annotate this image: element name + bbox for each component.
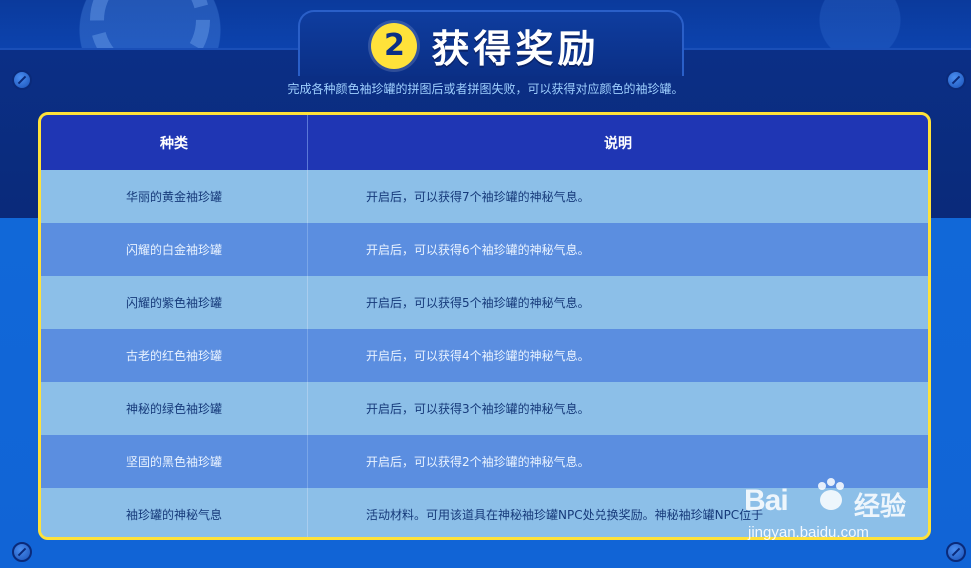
baidu-jingyan-watermark: Bai 经验 jingyan.baidu.com	[742, 470, 922, 550]
screw-icon	[946, 542, 966, 562]
paw-icon	[818, 478, 844, 510]
reward-description-cell: 开启后，可以获得3个袖珍罐的神秘气息。	[307, 382, 928, 435]
reward-description-cell: 开启后，可以获得4个袖珍罐的神秘气息。	[307, 329, 928, 382]
table-row: 闪耀的紫色袖珍罐 开启后，可以获得5个袖珍罐的神秘气息。	[41, 276, 928, 329]
reward-description-cell: 开启后，可以获得7个袖珍罐的神秘气息。	[307, 170, 928, 223]
table-row: 神秘的绿色袖珍罐 开启后，可以获得3个袖珍罐的神秘气息。	[41, 382, 928, 435]
reward-type-cell: 坚固的黑色袖珍罐	[41, 435, 308, 488]
reward-type-cell: 闪耀的白金袖珍罐	[41, 223, 308, 276]
column-header-description: 说明	[307, 115, 928, 170]
column-header-type: 种类	[41, 115, 308, 170]
table-row: 闪耀的白金袖珍罐 开启后，可以获得6个袖珍罐的神秘气息。	[41, 223, 928, 276]
table-header-row: 种类 说明	[41, 115, 928, 170]
screw-icon	[12, 542, 32, 562]
page-title: 获得奖励	[431, 27, 600, 71]
reward-type-cell: 神秘的绿色袖珍罐	[41, 382, 308, 435]
table-row: 古老的红色袖珍罐 开启后，可以获得4个袖珍罐的神秘气息。	[41, 329, 928, 382]
reward-type-cell: 闪耀的紫色袖珍罐	[41, 276, 308, 329]
reward-description-cell: 开启后，可以获得5个袖珍罐的神秘气息。	[307, 276, 928, 329]
subtitle: 完成各种颜色袖珍罐的拼图后或者拼图失败，可以获得对应颜色的袖珍罐。	[287, 82, 684, 96]
event-page: 2 获得奖励 完成各种颜色袖珍罐的拼图后或者拼图失败，可以获得对应颜色的袖珍罐。…	[0, 0, 971, 568]
watermark-logo-text: Bai	[744, 484, 789, 517]
section-title: 2 获得奖励	[0, 18, 971, 73]
watermark-cn-text: 经验	[854, 492, 907, 522]
reward-description-cell: 开启后，可以获得6个袖珍罐的神秘气息。	[307, 223, 928, 276]
reward-type-cell: 袖珍罐的神秘气息	[41, 488, 308, 537]
reward-type-cell: 古老的红色袖珍罐	[41, 329, 308, 382]
reward-type-cell: 华丽的黄金袖珍罐	[41, 170, 308, 223]
watermark-url: jingyan.baidu.com	[748, 524, 869, 541]
table-row: 华丽的黄金袖珍罐 开启后，可以获得7个袖珍罐的神秘气息。	[41, 170, 928, 223]
section-number-badge: 2	[371, 22, 418, 69]
